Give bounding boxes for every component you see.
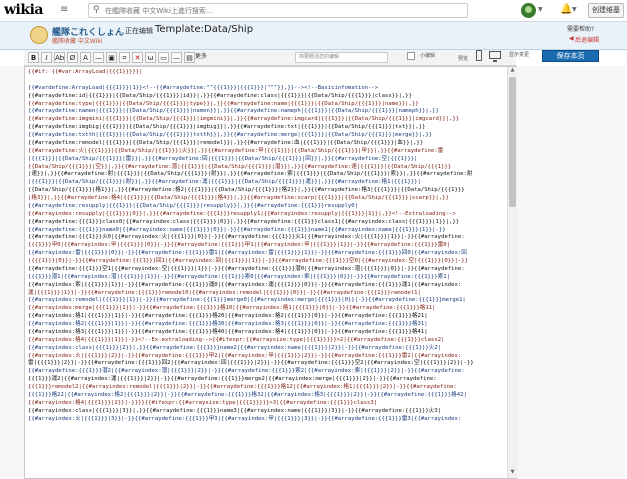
desktop-icon[interactable] [489, 51, 501, 62]
code-line: |{{{1}}}|0}}|-}}{{#arraydefine:{{{1}}}回1… [28, 258, 468, 264]
code-line: {{#arraydefine:{{{1}}}潜2|{{#arrayindex:潜… [28, 368, 465, 375]
code-line: {{#if: {{#var:ArrayLoad|{{{1}}}}}| [28, 69, 143, 75]
code-line: |格3}}|,}}{{#arraydefine:格4|{{{1}}}|{{Dat… [28, 195, 449, 201]
code-line: {{#vardefine:ArrayLoad|{{{1}}}|1}}<!--{{… [28, 84, 379, 91]
editing-label: 正在编辑 [125, 27, 153, 35]
left-gutter [0, 66, 24, 479]
special-char-button[interactable]: ω [145, 52, 156, 63]
help-link[interactable]: 需要帮助? [567, 24, 594, 33]
code-line: {{{1}}}甲0|{{#arrayindex:甲|{{{1}}}|0}}|-}… [28, 242, 450, 249]
publish-button[interactable]: 保存本页 [542, 50, 599, 62]
wiki-subname: 艦隊收藏 中文Wiki [52, 38, 103, 45]
code-line: {{#arraydefine:namen|{{{1}}}|{{Data/Ship… [28, 108, 439, 115]
code-line: {{#arrayindex:格3|{{{1}}}|1}}|-}}{{#array… [28, 328, 428, 335]
bell-icon[interactable]: 🔔 [560, 4, 572, 15]
avatar-icon[interactable] [521, 3, 536, 18]
preview-label[interactable]: 预览 [458, 55, 468, 62]
back-to-edit-link[interactable]: 后退编辑 [575, 35, 599, 44]
link-button[interactable]: Ab [54, 52, 65, 63]
code-line: {{#arrayindex:格4|{{{1}}}|1}}|-}}<!--Ex-e… [28, 336, 445, 343]
code-line: {{{1}}}格22|{{#arrayindex:格2|{{{1}}}|2}}|… [28, 391, 467, 398]
gallery-button[interactable]: ⌗ [119, 52, 130, 63]
minor-edit-label: 小编辑 [420, 53, 436, 59]
wikia-logo[interactable]: wikia [4, 2, 43, 18]
global-navigation: wikia ≡ ⚲ ▼ 🔔 ▼ 创建维基 [0, 0, 627, 22]
scrollbar[interactable]: ▲ ▼ [507, 67, 517, 478]
italic-button[interactable]: I [41, 52, 52, 63]
code-line: {{#arrayindex:merge|{{{1}}}|1}}|-}}{{#ar… [28, 305, 436, 312]
search-box[interactable]: ⚲ [88, 3, 468, 18]
image-button[interactable]: ▣ [106, 52, 117, 63]
create-wiki-button[interactable]: 创建维基 [588, 3, 624, 18]
code-line: {{#arrayindex:索|{{{1}}}|1}}|-}}{{#arrayd… [28, 281, 462, 288]
chevron-down-icon[interactable]: ▼ [572, 6, 577, 13]
more-button[interactable]: 更多 [195, 51, 207, 60]
video-button[interactable]: ▭ [158, 52, 169, 63]
code-line: {{#arraydefine:id|{{{1}}}|{{Data/Ship/{{… [28, 92, 412, 99]
code-line: {{#arraydefine:imgbig|{{{1}}}|{{Data/Shi… [28, 124, 426, 131]
code-line: {{#arrayindex:雷|{{{1}}}|0}}|-}}{{#arrayd… [28, 250, 467, 257]
editor-toolbar: B I Ab Ø A — ▣ ⌗ ✕ ω ▭ — ▤ [24, 50, 516, 66]
search-icon[interactable]: ⚲ [93, 5, 100, 15]
code-line: {{{1}}}潜1|{{#arrayindex:潜|{{{1}}}|1}}|-}… [28, 273, 450, 280]
search-input[interactable] [105, 4, 465, 17]
code-line: |{{{1}}}|{{Data/Ship/{{{1}}}|耐}}|,}}{{#a… [28, 179, 421, 186]
code-line: {{Data/Ship/{{{1}}}|格1}}|,}}{{#arraydefi… [28, 187, 465, 194]
code-line: {{#arrayindex:resupply|{{{1}}}|0}}|,}}{{… [28, 210, 456, 217]
table-button[interactable]: ▤ [184, 52, 195, 63]
line-button[interactable]: — [93, 52, 104, 63]
code-line: {{#arrayindex:格4|{{{1}}}|2}}|-}}}}{{#ife… [28, 399, 378, 406]
code-line: {{#arraydefine:type|{{{1}}}|{{Data/Ship/… [28, 100, 419, 107]
code-line: {{#arraydefine:remodel|{{{1}}}|{{Data/Sh… [28, 139, 424, 146]
code-textarea[interactable]: {{#if: {{#var:ArrayLoad|{{{1}}}}}| {{#va… [28, 69, 506, 478]
bold-button[interactable]: B [28, 52, 39, 63]
code-line: {{#arraydefine:{{{1}}}class0|{{#arrayind… [28, 218, 460, 225]
chevron-down-icon[interactable]: ▼ [538, 6, 543, 13]
show-changes-link[interactable]: 显示变更 [509, 51, 529, 58]
nowiki-button[interactable]: Ø [67, 52, 78, 63]
code-line: {{#arrayindex:class|{{{1}}}|3}}|,}}{{#ar… [28, 407, 442, 414]
code-line: {{#arrayindex:火|{{{1}}}|3}}|-}}{{#arrayd… [28, 415, 462, 422]
heading-button[interactable]: A [80, 52, 91, 63]
code-line: {{#arraydefine:resupply|{{{1}}}|{{Data/S… [28, 202, 359, 209]
back-icon[interactable]: ◀ [569, 35, 574, 42]
code-line: {{#arraydefine:imgmini|{{{1}}}|{{Data/Sh… [28, 116, 460, 123]
code-line: {{#arrayindex:格2|{{{1}}}|1}}|-}}{{#array… [28, 321, 428, 327]
scroll-thumb[interactable] [509, 77, 516, 207]
mobile-icon[interactable] [476, 50, 482, 61]
scroll-down-icon[interactable]: ▼ [508, 469, 517, 477]
edit-summary-input[interactable]: 简要概括您的编辑 [295, 52, 388, 63]
menu-icon[interactable]: ≡ [60, 4, 68, 15]
strike-button[interactable]: ✕ [132, 52, 143, 63]
code-line: 運|{{{1}}}|1}}|-}}{{#arraydefine:{{{1}}}r… [28, 289, 421, 296]
code-line: {{#arraydefine:火|{{{1}}}|{{Data/Ship/{{{… [28, 147, 444, 154]
minor-edit-checkbox[interactable] [407, 52, 415, 60]
code-line: {{{1}}}remodel2|{{#arrayindex:remodel|{{… [28, 384, 457, 390]
wiki-emblem-icon [30, 26, 48, 44]
code-line: {{#arrayindex:class|{{{1}}}|2}}|,}}{{#ar… [28, 344, 442, 351]
wiki-wordmark[interactable]: 艦隊これくしょん 艦隊收藏 中文Wiki [30, 24, 124, 46]
separator-button[interactable]: — [171, 52, 182, 63]
code-line: |{{{1}}}|{{Data/Ship/{{{1}}}|雷}}|,}}{{#a… [28, 155, 418, 162]
code-line: {{{1}}}運2|{{#arrayindex:運|{{{1}}}|2}}|-}… [28, 376, 437, 383]
scroll-up-icon[interactable]: ▲ [508, 67, 517, 75]
right-panel [517, 66, 625, 479]
source-editor[interactable]: {{#if: {{#var:ArrayLoad|{{{1}}}}}| {{#va… [24, 66, 517, 479]
page-title: Template:Data/Ship [155, 24, 254, 35]
code-line: {{#arraydefine:{{{1}}}空1|{{#arrayindex:空… [28, 265, 465, 272]
code-line: {{#arrayindex:格1|{{{1}}}|1}}|-}}{{#array… [28, 313, 428, 320]
code-line: {{#arraydefine:txtth|{{{1}}}|{{Data/Ship… [28, 132, 433, 138]
